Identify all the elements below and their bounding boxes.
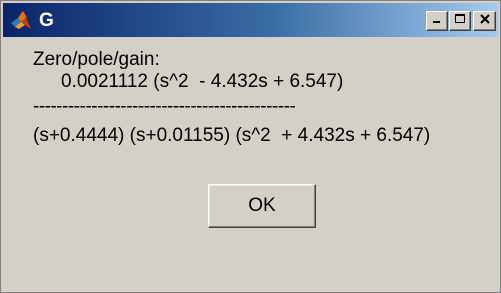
minimize-icon (431, 12, 443, 30)
dialog-window: G Zero/pole/gain: 0.0021112 (s^2 - 4.432… (0, 0, 501, 293)
minimize-button[interactable] (426, 11, 448, 31)
window-title: G (39, 10, 54, 31)
ok-button[interactable]: OK (208, 184, 316, 228)
maximize-icon (454, 12, 466, 30)
close-icon (479, 12, 491, 30)
transfer-denominator: (s+0.4444) (s+0.01155) (s^2 + 4.432s + 6… (33, 125, 431, 146)
title-bar[interactable]: G (3, 3, 498, 37)
result-heading: Zero/pole/gain: (33, 49, 160, 70)
matlab-logo-icon (9, 9, 33, 33)
close-button[interactable] (473, 11, 496, 31)
transfer-numerator: 0.0021112 (s^2 - 4.432s + 6.547) (61, 71, 344, 92)
fraction-divider: ----------------------------------------… (33, 96, 296, 117)
maximize-button[interactable] (449, 11, 471, 31)
